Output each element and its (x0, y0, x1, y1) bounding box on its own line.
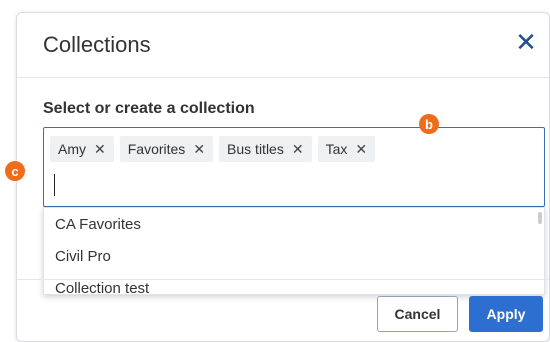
close-icon[interactable]: ✕ (292, 141, 304, 158)
dropdown-option[interactable]: Civil Pro (55, 248, 111, 265)
collections-modal: Collections ✕ Select or create a collect… (16, 12, 550, 342)
chip-tax: Tax ✕ (317, 136, 376, 162)
close-icon[interactable]: ✕ (355, 141, 367, 158)
dropdown-option[interactable]: CA Favorites (55, 216, 141, 233)
chip-bus-titles: Bus titles ✕ (219, 136, 312, 162)
cancel-button[interactable]: Cancel (377, 296, 458, 332)
chip-label: Favorites (127, 141, 186, 157)
selected-chips: Amy ✕ Favorites ✕ Bus titles ✕ Tax ✕ (50, 136, 376, 162)
dropdown-scrollbar[interactable] (538, 212, 542, 224)
footer-divider (17, 279, 549, 280)
chip-label: Bus titles (227, 141, 284, 157)
dropdown-option[interactable]: Collection test (55, 280, 149, 294)
close-icon[interactable]: ✕ (94, 141, 106, 158)
collection-dropdown: CA Favorites Civil Pro Collection test (43, 207, 545, 295)
annotation-badge-c: c (5, 161, 25, 181)
chip-label: Amy (58, 141, 86, 157)
close-icon[interactable]: ✕ (511, 27, 541, 57)
field-label: Select or create a collection (43, 100, 255, 117)
modal-header: Collections ✕ (17, 13, 549, 78)
chip-label: Tax (325, 141, 348, 157)
close-icon[interactable]: ✕ (193, 141, 205, 158)
text-caret[interactable] (54, 174, 55, 196)
annotation-badge-b: b (419, 114, 439, 134)
apply-button[interactable]: Apply (469, 296, 543, 332)
chip-favorites: Favorites ✕ (119, 136, 214, 162)
collection-select-input[interactable]: Amy ✕ Favorites ✕ Bus titles ✕ Tax ✕ (43, 127, 545, 207)
chip-amy: Amy ✕ (50, 136, 114, 162)
modal-title: Collections (43, 32, 151, 57)
